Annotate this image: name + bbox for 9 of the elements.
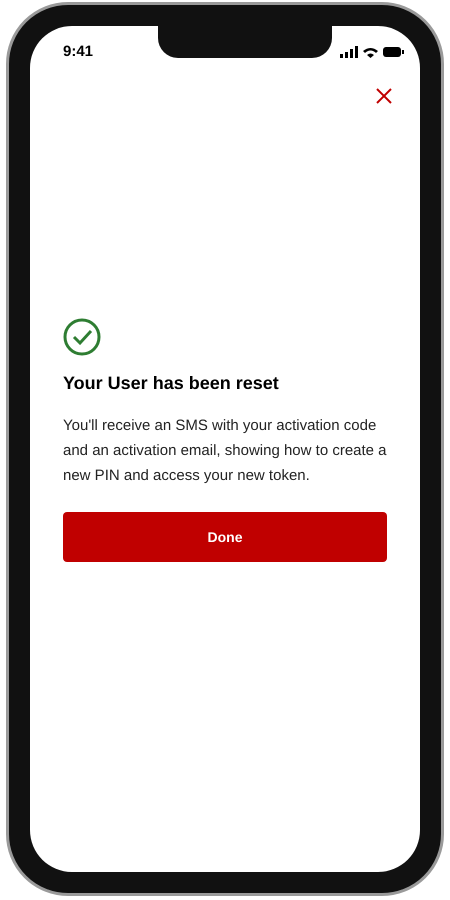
signal-icon [340, 46, 358, 58]
battery-icon [383, 47, 404, 57]
close-button[interactable] [374, 86, 394, 106]
wifi-icon [363, 46, 378, 58]
dialog-title: Your User has been reset [63, 372, 280, 395]
done-button[interactable]: Done [63, 512, 387, 562]
dialog-message: You'll receive an SMS with your activation code and an activation email, showing how to create a new PIN and access your new token. [63, 416, 387, 486]
check-circle-icon [63, 318, 101, 356]
status-time: 9:41 [63, 42, 94, 62]
